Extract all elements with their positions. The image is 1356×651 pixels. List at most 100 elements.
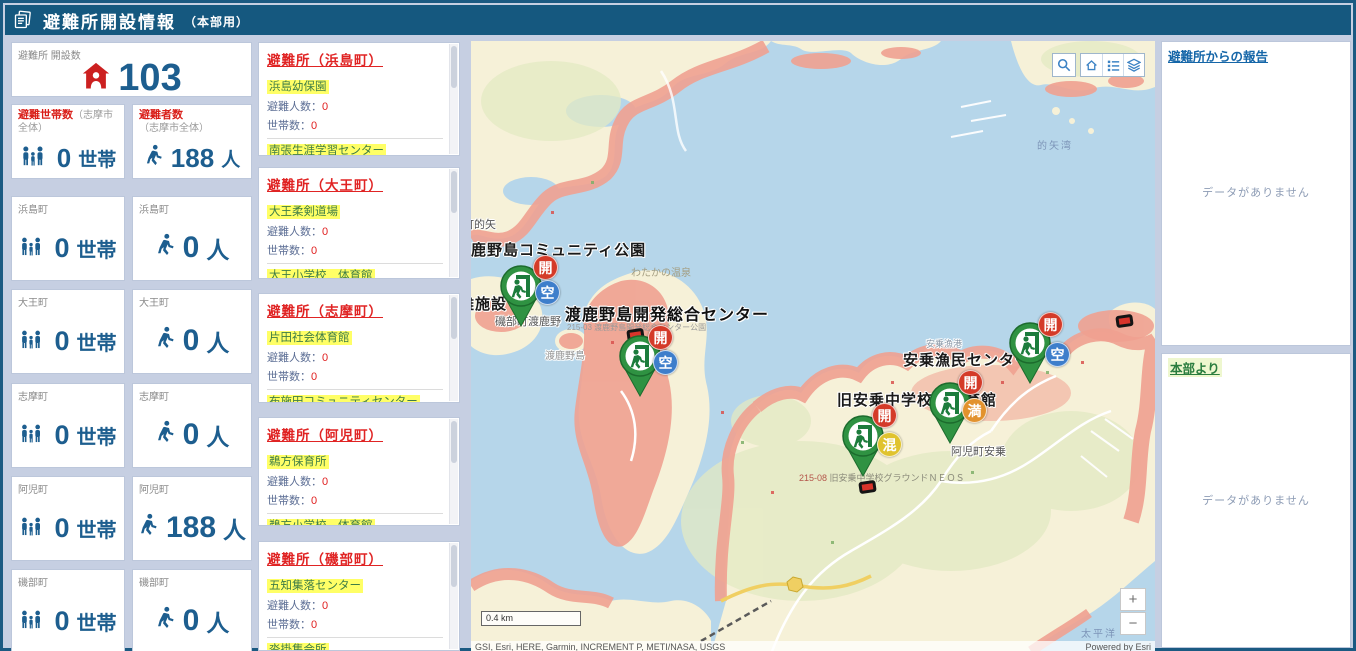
shelter-entry: 片田社会体育館 避難人数：0 世帯数：0 (267, 326, 443, 389)
panel-shelter-reports: 避難所からの報告 データがありません (1161, 41, 1351, 346)
status-badge-vacant[interactable]: 空 (535, 280, 560, 305)
people-value: 0 (322, 600, 328, 612)
evacuees-unit: 人 (221, 145, 240, 172)
map-label-pacific: 太平洋 (1081, 625, 1117, 640)
town-households-value: 0 (54, 513, 69, 544)
people-label: 避難人数： (267, 101, 322, 113)
people-label: 避難人数： (267, 226, 322, 238)
status-badge-vacant[interactable]: 空 (1045, 342, 1070, 367)
scrollbar[interactable] (449, 44, 458, 154)
card-households-total: 避難世帯数（志摩市全体） 0 世帯 (11, 104, 125, 179)
households-value: 0 (57, 143, 71, 174)
status-badge-open[interactable]: 開 (1038, 312, 1063, 337)
households-label: 世帯数： (267, 245, 311, 257)
walking-person-icon (155, 420, 176, 450)
status-badge-vacant[interactable]: 空 (653, 350, 678, 375)
open-count-value: 103 (118, 57, 181, 100)
unit: 人 (223, 511, 246, 545)
card-town-households: 浜島町 0 世帯 (11, 196, 125, 281)
scrollbar[interactable] (449, 295, 458, 401)
map-label-watakano-onsen: わたかの温泉 (631, 264, 691, 279)
shelter-section: 避難所（磯部町） 五知集落センター 避難人数：0 世帯数：0 沓掛集会所 避難人… (258, 541, 460, 651)
document-icon (13, 10, 33, 30)
map-scale-bar: 0.4 km (481, 611, 581, 626)
scrollbar[interactable] (449, 169, 458, 277)
households-unit: 世帯 (78, 145, 116, 172)
shelter-entry: 鵜方小学校 体育館 避難人数：0 世帯数：0 (267, 513, 443, 526)
map-label-matoya-bay: 的矢湾 (1037, 137, 1073, 152)
section-title-link[interactable]: 避難所（阿児町） (267, 424, 443, 444)
map-label-matoya-cho: 町的矢 (471, 216, 496, 232)
town-evacuees-value: 0 (183, 418, 200, 452)
shelter-section: 避難所（志摩町） 片田社会体育館 避難人数：0 世帯数：0 布施田コミュニティセ… (258, 293, 460, 403)
map-canvas[interactable]: 町的矢 渡鹿野島コミュニティ公園 難施設 磯部町渡鹿野 わたかの温泉 渡鹿野島 … (471, 41, 1155, 651)
shelter-section: 避難所（浜島町） 浜島幼保園 避難人数：0 世帯数：0 南張生涯学習センター 避… (258, 42, 460, 156)
unit: 人 (206, 324, 229, 358)
map-attribution-bar: GSI, Esri, HERE, Garmin, INCREMENT P, ME… (471, 641, 1155, 651)
town-name: 大王町 (18, 294, 48, 309)
households-label: 世帯数： (267, 120, 311, 132)
walking-person-icon (155, 326, 176, 356)
app-header: 避難所開設情報 （本部用） (5, 5, 1351, 35)
map-attribution-text: GSI, Esri, HERE, Garmin, INCREMENT P, ME… (475, 642, 725, 651)
unit: 人 (206, 418, 229, 452)
shelter-section: 避難所（大王町） 大王柔剣道場 避難人数：0 世帯数：0 大王小学校 体育館 避… (258, 167, 460, 279)
shelter-name: 五知集落センター (267, 579, 363, 593)
status-badge-crowded[interactable]: 混 (877, 432, 902, 457)
households-value: 0 (311, 245, 317, 257)
status-badge-open[interactable]: 開 (533, 255, 558, 280)
section-title-link[interactable]: 避難所（磯部町） (267, 548, 443, 568)
map-layers-button[interactable] (1123, 54, 1144, 76)
hq-empty-message: データがありません (1162, 492, 1350, 508)
family-icon (19, 516, 47, 542)
shelter-name: 南張生涯学習センター (267, 144, 386, 156)
hq-title-link[interactable]: 本部より (1168, 358, 1222, 377)
evacuees-scope: （志摩市全体） (139, 123, 209, 133)
status-badge-open[interactable]: 開 (872, 403, 897, 428)
section-title-link[interactable]: 避難所（浜島町） (267, 49, 443, 69)
households-value: 0 (311, 371, 317, 383)
map-legend-button[interactable] (1102, 54, 1123, 76)
town-evacuees-value: 188 (166, 511, 216, 545)
households-value: 0 (311, 120, 317, 132)
shelter-entry: 鵜方保育所 避難人数：0 世帯数：0 (267, 450, 443, 513)
households-value: 0 (311, 495, 317, 507)
people-value: 0 (322, 226, 328, 238)
shelter-name: 大王小学校 体育館 (267, 269, 375, 279)
section-title-link[interactable]: 避難所（志摩町） (267, 300, 443, 320)
households-label: 世帯数： (267, 619, 311, 631)
shelter-entry: 大王小学校 体育館 避難人数：0 世帯数：0 (267, 263, 443, 279)
shelter-entry: 沓掛集会所 避難人数：0 世帯数：0 (267, 637, 443, 651)
map-label-ago-anori: 阿児町安乗 (951, 443, 1006, 459)
status-badge-open[interactable]: 開 (958, 370, 983, 395)
section-title-link[interactable]: 避難所（大王町） (267, 174, 443, 194)
map-home-button[interactable] (1081, 54, 1102, 76)
family-icon (19, 609, 47, 635)
walking-person-icon (144, 144, 164, 173)
map-zoom-out-button[interactable]: − (1120, 612, 1146, 635)
facility-marker-icon[interactable] (1115, 314, 1134, 328)
map-zoom-in-button[interactable]: + (1120, 588, 1146, 611)
town-households-value: 0 (54, 420, 69, 451)
map-search-button[interactable] (1052, 53, 1076, 77)
town-name: 磯部町 (139, 574, 169, 589)
shelter-entry: 南張生涯学習センター 避難人数：0 世帯数：0 (267, 138, 443, 156)
card-town-evacuees: 志摩町 0 人 (132, 383, 252, 468)
card-town-evacuees: 浜島町 0 人 (132, 196, 252, 281)
town-households-value: 0 (54, 326, 69, 357)
shelter-name: 布施田コミュニティセンター (267, 395, 420, 403)
reports-title-link[interactable]: 避難所からの報告 (1168, 46, 1268, 65)
scrollbar[interactable] (449, 419, 458, 524)
status-badge-open[interactable]: 開 (648, 325, 673, 350)
households-label: 世帯数： (267, 495, 311, 507)
status-badge-full[interactable]: 満 (962, 398, 987, 423)
people-label: 避難人数： (267, 476, 322, 488)
walking-person-icon (138, 513, 159, 543)
town-name: 志摩町 (139, 388, 169, 403)
map-label-watakano-island: 渡鹿野島 (545, 347, 585, 362)
town-name: 阿児町 (139, 481, 169, 496)
facility-marker-icon[interactable] (858, 480, 877, 494)
unit: 世帯 (77, 607, 117, 636)
scrollbar[interactable] (449, 543, 458, 649)
shelter-name: 大王柔剣道場 (267, 205, 340, 219)
